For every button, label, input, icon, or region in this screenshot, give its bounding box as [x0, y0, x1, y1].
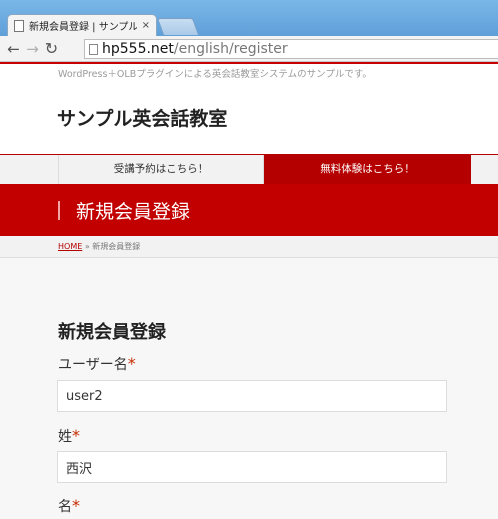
required-mark: * [72, 426, 80, 445]
url-path: /english/register [173, 41, 288, 57]
header-accent-line [0, 62, 498, 64]
browser-toolbar: ← → ↻ hp555.net /english/register [0, 36, 498, 62]
breadcrumb-current: 新規会員登録 [92, 242, 141, 251]
username-label: ユーザー名* [58, 354, 136, 373]
breadcrumb-home-link[interactable]: HOME [58, 242, 82, 251]
nav-item-free-trial[interactable]: 無料体験はこちら！ [264, 155, 471, 184]
page-icon [14, 19, 24, 32]
site-title[interactable]: サンプル英会話教室 [57, 104, 227, 131]
web-page: WordPress＋OLBプラグインによる英会話教室システムのサンプルです。 サ… [0, 62, 498, 519]
last-name-label: 姓* [58, 426, 80, 445]
main-nav: 受講予約はこちら！ 無料体験はこちら！ [0, 155, 498, 184]
forward-arrow-icon[interactable]: → [23, 36, 42, 62]
required-mark: * [127, 354, 136, 373]
page-title: 新規会員登録 [76, 201, 191, 223]
page-icon [89, 43, 98, 55]
required-mark: * [72, 496, 80, 515]
page-banner: 新規会員登録 [0, 184, 498, 236]
breadcrumb-separator: » [84, 242, 90, 251]
new-tab-button[interactable] [156, 18, 200, 35]
breadcrumb: HOME » 新規会員登録 [0, 236, 498, 258]
tab-title: 新規会員登録 | サンプル英 [29, 22, 137, 33]
address-bar[interactable]: hp555.net /english/register [84, 39, 498, 59]
last-name-field[interactable] [57, 451, 447, 483]
tab-close-icon[interactable]: × [142, 20, 150, 31]
username-field[interactable] [57, 380, 447, 412]
form-title: 新規会員登録 [58, 322, 166, 343]
banner-divider [58, 201, 60, 220]
browser-tab[interactable]: 新規会員登録 | サンプル英 × [7, 14, 157, 36]
reload-icon[interactable]: ↻ [42, 36, 61, 62]
nav-item-reservation[interactable]: 受講予約はこちら！ [58, 155, 264, 184]
back-arrow-icon[interactable]: ← [4, 36, 23, 62]
url-host: hp555.net [102, 41, 174, 57]
browser-tabstrip: 新規会員登録 | サンプル英 × [0, 0, 498, 36]
content-area: 新規会員登録 ユーザー名* 姓* 名* [0, 258, 498, 519]
site-tagline: WordPress＋OLBプラグインによる英会話教室システムのサンプルです。 [58, 69, 372, 80]
first-name-label: 名* [58, 496, 80, 515]
